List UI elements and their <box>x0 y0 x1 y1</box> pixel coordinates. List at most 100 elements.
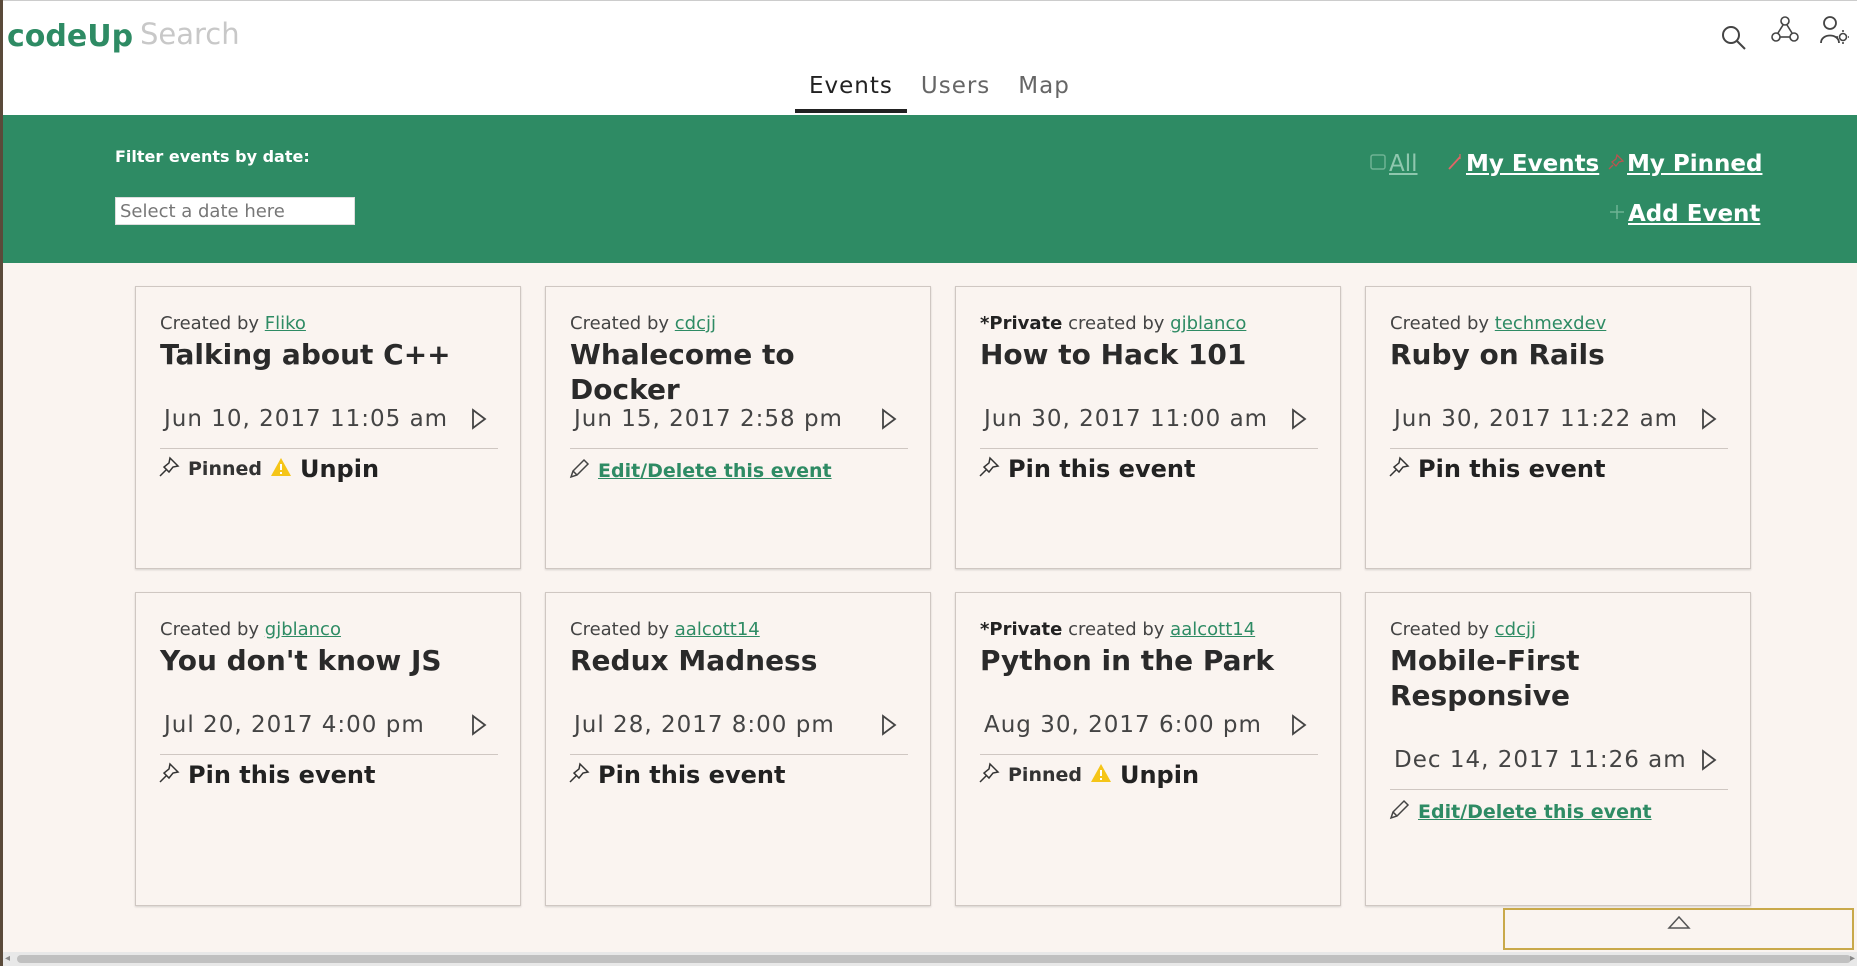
creator-user-link[interactable]: aalcott14 <box>675 619 760 640</box>
play-icon[interactable] <box>1291 408 1307 434</box>
event-date: Jun 10, 2017 11:05 am <box>164 406 449 432</box>
event-action: Pin this event <box>1388 455 1605 483</box>
tab-map[interactable]: Map <box>1004 69 1084 113</box>
creator-prefix: Created by <box>570 619 675 640</box>
event-title: Ruby on Rails <box>1390 338 1605 371</box>
event-creator: Created by Fliko <box>160 313 306 334</box>
creator-user-link[interactable]: aalcott14 <box>1170 619 1255 640</box>
event-card[interactable]: Created by aalcott14 Redux Madness Jul 28,… <box>545 592 931 906</box>
horizontal-scrollbar[interactable]: ◂ ▸ <box>3 952 1857 966</box>
filter-banner: Filter events by date: All My Events My … <box>3 115 1857 263</box>
main-tabs: Events Users Map <box>795 69 1084 113</box>
event-creator: Created by aalcott14 <box>570 619 760 640</box>
creator-prefix: created by <box>1062 619 1171 640</box>
card-divider <box>570 754 908 755</box>
creator-user-link[interactable]: cdcjj <box>1495 619 1536 640</box>
event-card[interactable]: Created by Fliko Talking about C++ Jun 10,… <box>135 286 521 569</box>
scroll-left-icon[interactable]: ◂ <box>5 953 10 964</box>
play-icon[interactable] <box>881 714 897 740</box>
event-creator: Created by techmexdev <box>1390 313 1606 334</box>
play-icon[interactable] <box>881 408 897 434</box>
scrollbar-thumb[interactable] <box>17 955 1851 963</box>
event-card[interactable]: Created by gjblanco You don't know JS Jul … <box>135 592 521 906</box>
play-icon[interactable] <box>1701 749 1717 775</box>
card-divider <box>160 448 498 449</box>
creator-prefix: Created by <box>1390 619 1495 640</box>
creator-user-link[interactable]: Fliko <box>265 313 306 334</box>
creator-user-link[interactable]: gjblanco <box>1170 313 1246 334</box>
private-label: *Private <box>980 619 1063 640</box>
play-icon[interactable] <box>1701 408 1717 434</box>
event-creator: Created by cdcjj <box>570 313 716 334</box>
event-date: Aug 30, 2017 6:00 pm <box>984 712 1262 738</box>
edit-delete-link[interactable]: Edit/Delete this event <box>598 460 832 482</box>
event-title: Mobile-First Responsive <box>1390 644 1580 712</box>
tab-users[interactable]: Users <box>907 69 1004 113</box>
warning-icon <box>270 457 292 481</box>
event-title: How to Hack 101 <box>980 338 1247 371</box>
play-icon[interactable] <box>471 714 487 740</box>
card-divider <box>980 448 1318 449</box>
user-settings-icon[interactable] <box>1817 13 1851 47</box>
creator-user-link[interactable]: techmexdev <box>1495 313 1607 334</box>
add-event-link[interactable]: Add Event <box>1608 201 1760 227</box>
my-events-link[interactable]: My Events <box>1446 151 1599 177</box>
unpin-button[interactable]: Unpin <box>300 455 379 483</box>
my-pinned-link[interactable]: My Pinned <box>1607 151 1762 177</box>
play-icon[interactable] <box>471 408 487 434</box>
event-action: Edit/Delete this event <box>568 458 832 484</box>
event-card[interactable]: Created by cdcjj Mobile-First Responsive D… <box>1365 592 1751 906</box>
scroll-right-icon[interactable]: ▸ <box>1850 953 1855 964</box>
chevron-up-icon <box>1666 914 1691 934</box>
event-card[interactable]: *Private created by gjblanco How to Hack … <box>955 286 1341 569</box>
pencil-icon <box>568 458 590 484</box>
creator-prefix: Created by <box>160 313 265 334</box>
event-title: Whalecome to Docker <box>570 338 795 406</box>
event-card[interactable]: Created by techmexdev Ruby on Rails Jun 30… <box>1365 286 1751 569</box>
card-divider <box>1390 789 1728 790</box>
edit-delete-link[interactable]: Edit/Delete this event <box>1418 801 1652 823</box>
event-date: Jul 20, 2017 4:00 pm <box>164 712 425 738</box>
pin-event-button[interactable]: Pin this event <box>188 761 375 789</box>
event-creator: Created by cdcjj <box>1390 619 1536 640</box>
event-action: Pinned Unpin <box>158 455 379 483</box>
pinned-status: Pinned <box>188 458 262 480</box>
plus-icon <box>1608 201 1626 227</box>
pin-event-button[interactable]: Pin this event <box>598 761 785 789</box>
play-icon[interactable] <box>1291 714 1307 740</box>
event-date: Jun 15, 2017 2:58 pm <box>574 406 843 432</box>
tab-events[interactable]: Events <box>795 69 907 113</box>
event-date: Jun 30, 2017 11:00 am <box>984 406 1269 432</box>
app-logo[interactable]: codeUp <box>7 19 133 54</box>
scroll-to-top-button[interactable] <box>1503 908 1854 950</box>
my-pinned-label: My Pinned <box>1627 151 1763 177</box>
event-title: Talking about C++ <box>160 338 451 371</box>
pin-icon <box>568 762 590 788</box>
pin-icon <box>158 762 180 788</box>
top-header: codeUp Events Users Map <box>3 0 1857 116</box>
event-card[interactable]: *Private created by aalcott14 Python in t… <box>955 592 1341 906</box>
checkbox-icon <box>1369 151 1387 177</box>
filter-label: Filter events by date: <box>115 147 310 166</box>
pin-icon <box>978 456 1000 482</box>
card-divider <box>1390 448 1728 449</box>
search-input[interactable] <box>138 9 742 59</box>
pinned-status: Pinned <box>1008 764 1082 786</box>
event-date: Dec 14, 2017 11:26 am <box>1394 747 1687 773</box>
search-icon[interactable] <box>1719 23 1749 53</box>
event-date: Jun 30, 2017 11:22 am <box>1394 406 1679 432</box>
unpin-button[interactable]: Unpin <box>1120 761 1199 789</box>
my-events-label: My Events <box>1466 151 1600 177</box>
date-filter-input[interactable] <box>115 197 355 225</box>
creator-prefix: Created by <box>570 313 675 334</box>
event-card[interactable]: Created by cdcjj Whalecome to Docker Jun 1… <box>545 286 931 569</box>
creator-user-link[interactable]: gjblanco <box>265 619 341 640</box>
warning-icon <box>1090 763 1112 787</box>
event-creator: *Private created by gjblanco <box>980 313 1246 334</box>
pin-event-button[interactable]: Pin this event <box>1008 455 1195 483</box>
pin-event-button[interactable]: Pin this event <box>1418 455 1605 483</box>
filter-all-link[interactable]: All <box>1369 151 1418 177</box>
network-icon[interactable] <box>1769 13 1801 45</box>
event-action: Pin this event <box>158 761 375 789</box>
creator-user-link[interactable]: cdcjj <box>675 313 716 334</box>
